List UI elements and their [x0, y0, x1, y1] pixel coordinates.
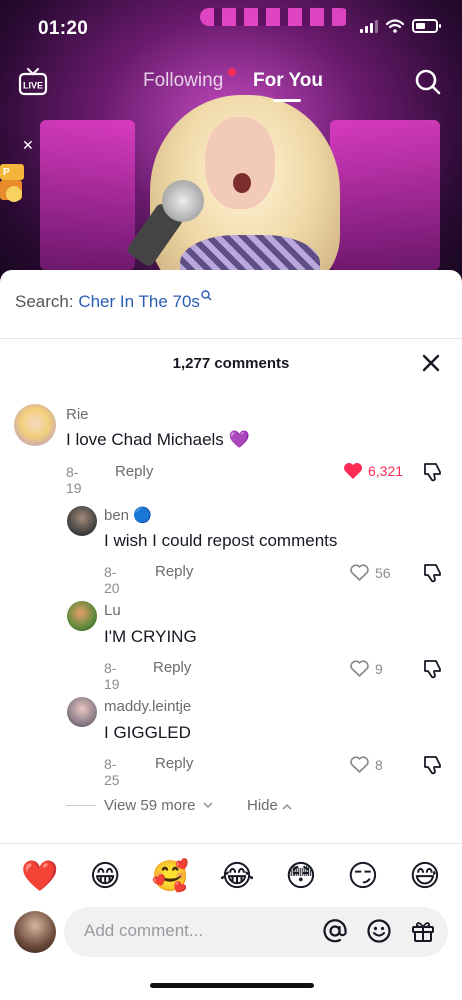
active-tab-indicator: [273, 99, 301, 102]
emoji-tears-of-joy[interactable]: 😂: [220, 862, 255, 892]
gift-icon[interactable]: [410, 918, 436, 944]
mention-icon[interactable]: [322, 918, 348, 944]
emoji-smirk[interactable]: 😏: [347, 862, 378, 892]
like-button[interactable]: 8: [349, 755, 383, 774]
comment-input[interactable]: Add comment...: [64, 907, 448, 957]
comment-date: 8-20: [104, 564, 120, 596]
like-count: 6,321: [368, 463, 404, 479]
comment-text: I love Chad Michaels 💜: [66, 430, 250, 449]
notification-dot: [228, 68, 236, 76]
comment-text: I'M CRYING: [104, 627, 197, 646]
hide-label: Hide: [247, 797, 278, 814]
hide-replies-button[interactable]: Hide: [247, 797, 292, 814]
dislike-icon[interactable]: [422, 658, 444, 680]
home-indicator: [150, 983, 314, 988]
emoji-flushed[interactable]: 😳: [285, 862, 316, 892]
chevron-down-icon: [203, 802, 213, 808]
comment-username[interactable]: ben 🔵: [104, 506, 152, 524]
dislike-icon[interactable]: [422, 562, 444, 584]
video-player[interactable]: 01:20 LIVE Following For You ✕ P: [0, 0, 462, 300]
comment-username[interactable]: Rie: [66, 406, 89, 423]
heart-outline-icon: [350, 660, 369, 678]
comment-placeholder: Add comment...: [84, 921, 204, 940]
my-avatar[interactable]: [14, 911, 56, 953]
emoji-heart[interactable]: ❤️: [21, 862, 58, 892]
avatar[interactable]: [14, 404, 56, 446]
quick-emoji-bar: ❤️ 😁 🥰 😂 😳 😏 😅: [0, 852, 462, 902]
cellular-signal-icon: [360, 19, 378, 33]
reply-button[interactable]: Reply: [155, 755, 193, 772]
microphone: [162, 180, 204, 222]
live-label: LIVE: [23, 81, 43, 91]
like-button[interactable]: 6,321: [343, 462, 403, 480]
tab-following[interactable]: Following: [143, 70, 223, 92]
heart-outline-icon: [350, 564, 369, 582]
status-bar: 01:20: [0, 0, 462, 56]
dislike-icon[interactable]: [422, 461, 444, 483]
avatar[interactable]: [67, 697, 97, 727]
chevron-up-icon: [282, 804, 292, 810]
divider: [0, 843, 462, 844]
tab-for-you[interactable]: For You: [253, 70, 323, 92]
live-tv-icon[interactable]: LIVE: [18, 68, 48, 96]
divider: [0, 338, 462, 339]
heart-outline-icon: [350, 756, 369, 774]
like-count: 9: [375, 660, 383, 677]
comment-text: I wish I could repost comments: [104, 531, 338, 550]
stage-decoration-right: [330, 120, 440, 270]
close-icon[interactable]: [420, 352, 442, 374]
like-count: 8: [375, 756, 383, 773]
emoji-grin[interactable]: 😁: [89, 862, 120, 892]
comment-text: I GIGGLED: [104, 723, 191, 742]
avatar[interactable]: [67, 601, 97, 631]
wifi-icon: [386, 19, 404, 33]
reply-button[interactable]: Reply: [155, 563, 193, 580]
search-prefix: Search:: [15, 292, 74, 311]
small-search-icon: [201, 290, 212, 301]
view-more-label: View 59 more: [104, 797, 196, 814]
avatar[interactable]: [67, 506, 97, 536]
like-button[interactable]: 56: [349, 563, 391, 582]
close-promo-icon[interactable]: ✕: [22, 137, 34, 154]
stage-decoration-left: [40, 120, 135, 270]
emoji-picker-icon[interactable]: [366, 918, 392, 944]
emoji-smiling-hearts[interactable]: 🥰: [151, 862, 188, 892]
thread-line: [66, 805, 96, 806]
status-time: 01:20: [38, 18, 89, 39]
reply-button[interactable]: Reply: [115, 463, 153, 480]
emoji-sweat-smile[interactable]: 😅: [409, 862, 440, 892]
heart-filled-icon: [344, 463, 362, 479]
comment-date: 8-19: [104, 660, 120, 692]
search-query-link[interactable]: Cher In The 70s: [78, 292, 200, 311]
comment-username[interactable]: maddy.leintje: [104, 698, 191, 715]
like-count: 56: [375, 564, 391, 581]
like-button[interactable]: 9: [349, 659, 383, 678]
search-icon[interactable]: [414, 68, 442, 96]
comment-date: 8-19: [66, 464, 82, 496]
comment-date: 8-25: [104, 756, 120, 788]
comments-count: 1,277 comments: [172, 355, 290, 372]
comments-sheet: Search: Cher In The 70s 1,277 comments R…: [0, 270, 462, 1000]
svg-text:P: P: [3, 167, 10, 178]
related-search[interactable]: Search: Cher In The 70s: [15, 290, 212, 312]
comment-username[interactable]: Lu: [104, 602, 121, 619]
battery-icon: [412, 19, 441, 33]
dislike-icon[interactable]: [422, 754, 444, 776]
reply-button[interactable]: Reply: [153, 659, 191, 676]
view-more-replies-button[interactable]: View 59 more: [66, 797, 213, 814]
promo-gift-icon[interactable]: P: [0, 158, 26, 208]
